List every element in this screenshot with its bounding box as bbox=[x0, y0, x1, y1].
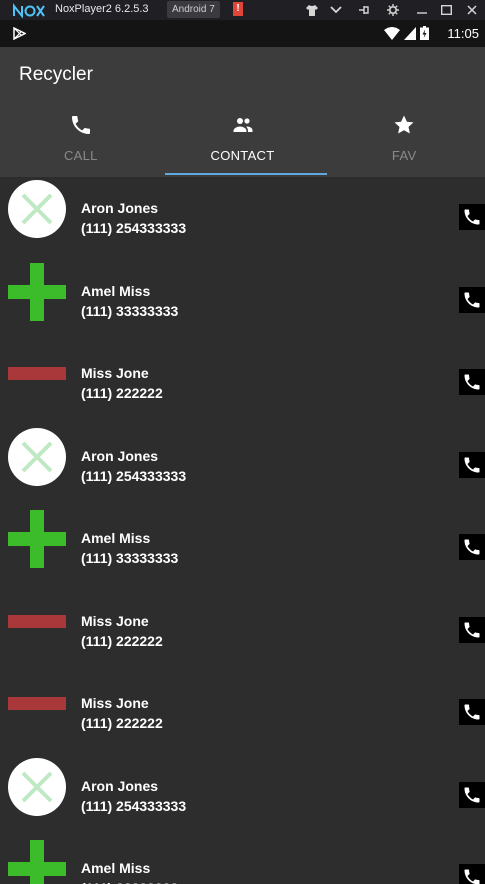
phone-icon bbox=[464, 869, 480, 884]
avatar-plus-icon bbox=[8, 510, 66, 568]
chevron-down-icon[interactable] bbox=[323, 0, 349, 20]
contact-phone: (111) 254333333 bbox=[81, 220, 187, 236]
contact-name: Miss Jone bbox=[81, 695, 149, 711]
avatar-x-circle-icon bbox=[8, 427, 66, 486]
phone-icon bbox=[464, 374, 480, 390]
list-item[interactable]: Aron Jones (111) 254333333 bbox=[0, 425, 485, 508]
minimize-icon[interactable] bbox=[409, 0, 435, 20]
contact-phone: (111) 222222 bbox=[81, 715, 163, 731]
call-button[interactable] bbox=[459, 864, 485, 884]
contact-phone: (111) 33333333 bbox=[81, 550, 179, 566]
phone-icon bbox=[464, 457, 480, 472]
shirt-icon[interactable] bbox=[299, 0, 325, 20]
call-button[interactable] bbox=[459, 451, 485, 478]
contact-phone: (111) 222222 bbox=[81, 385, 163, 401]
emulator-window-bar: NoxPlayer2 6.2.5.3 Android 7 ! bbox=[0, 0, 485, 20]
contact-phone: (111) 254333333 bbox=[81, 467, 187, 484]
contact-name: Amel Miss bbox=[81, 282, 151, 299]
list-item[interactable]: Amel Miss (111) 33333333 bbox=[0, 837, 485, 884]
wifi-icon bbox=[384, 26, 400, 40]
contact-phone: (111) 222222 bbox=[81, 632, 163, 649]
contact-name: Aron Jones bbox=[81, 447, 159, 464]
avatar-minus-icon bbox=[8, 614, 66, 628]
list-item[interactable]: Miss Jone (111) 222222 bbox=[0, 672, 485, 755]
avatar-x-circle-icon bbox=[8, 180, 66, 238]
call-button[interactable] bbox=[459, 534, 485, 560]
tab-contact[interactable]: CONTACT bbox=[162, 105, 324, 177]
contact-name: Aron Jones bbox=[81, 200, 159, 216]
maximize-icon[interactable] bbox=[433, 0, 459, 20]
call-button[interactable] bbox=[459, 369, 485, 395]
page-title: Recycler bbox=[19, 64, 93, 85]
star-icon bbox=[394, 115, 414, 134]
list-item[interactable]: Miss Jone (111) 222222 bbox=[0, 590, 485, 673]
list-item[interactable]: Aron Jones (111) 254333333 bbox=[0, 177, 485, 260]
battery-charging-icon bbox=[420, 26, 429, 40]
list-item[interactable]: Amel Miss (111) 33333333 bbox=[0, 260, 485, 343]
call-button[interactable] bbox=[459, 616, 485, 643]
call-button[interactable] bbox=[459, 699, 485, 725]
avatar-minus-icon bbox=[8, 697, 66, 710]
warning-badge[interactable]: ! bbox=[233, 2, 243, 16]
phone-icon bbox=[464, 704, 480, 720]
tab-fav[interactable]: FAV bbox=[323, 105, 485, 177]
contact-name: Miss Jone bbox=[81, 612, 149, 629]
phone-icon bbox=[464, 787, 480, 802]
phone-icon bbox=[71, 116, 90, 134]
avatar-plus-icon bbox=[8, 840, 66, 884]
people-icon bbox=[233, 118, 252, 132]
status-bar: 11:05 bbox=[0, 20, 485, 47]
contact-name: Miss Jone bbox=[81, 365, 149, 381]
list-item[interactable]: Amel Miss (111) 33333333 bbox=[0, 507, 485, 590]
tab-bar: CALL CONTACT FAV bbox=[0, 105, 485, 177]
tab-contact-label: CONTACT bbox=[210, 148, 275, 163]
list-item[interactable]: Miss Jone (111) 222222 bbox=[0, 342, 485, 425]
tab-call[interactable]: CALL bbox=[0, 105, 162, 177]
active-tab-indicator bbox=[165, 173, 327, 175]
contact-phone: (111) 33333333 bbox=[81, 880, 178, 884]
call-button[interactable] bbox=[459, 204, 485, 230]
status-time: 11:05 bbox=[447, 26, 479, 41]
avatar-minus-icon bbox=[8, 367, 66, 380]
signal-icon bbox=[404, 26, 416, 40]
gear-icon[interactable] bbox=[380, 0, 406, 20]
phone-icon bbox=[464, 209, 480, 225]
android-version-badge: Android 7 bbox=[167, 1, 220, 18]
call-button[interactable] bbox=[459, 781, 485, 808]
app-bar: Recycler CALL CONTACT FAV bbox=[0, 47, 485, 177]
list-item[interactable]: Aron Jones (111) 254333333 bbox=[0, 755, 485, 838]
tab-call-label: CALL bbox=[63, 148, 98, 163]
contact-name: Aron Jones bbox=[81, 777, 159, 794]
pin-icon[interactable] bbox=[351, 0, 377, 20]
contact-name: Amel Miss bbox=[81, 860, 151, 876]
contact-phone: (111) 254333333 bbox=[81, 797, 187, 814]
tab-fav-label: FAV bbox=[391, 148, 417, 163]
contact-name: Amel Miss bbox=[81, 530, 151, 546]
phone-icon bbox=[464, 292, 480, 307]
contact-phone: (111) 33333333 bbox=[81, 302, 179, 319]
play-store-icon bbox=[13, 27, 26, 40]
avatar-plus-icon bbox=[8, 262, 66, 321]
nox-logo-icon bbox=[13, 3, 45, 18]
contact-list[interactable]: Aron Jones (111) 254333333 Amel Miss (11… bbox=[0, 177, 485, 884]
phone-icon bbox=[464, 622, 480, 637]
call-button[interactable] bbox=[459, 286, 485, 313]
avatar-x-circle-icon bbox=[8, 757, 66, 816]
window-title: NoxPlayer2 6.2.5.3 bbox=[55, 3, 149, 15]
phone-icon bbox=[464, 539, 480, 555]
close-icon[interactable] bbox=[459, 0, 485, 20]
